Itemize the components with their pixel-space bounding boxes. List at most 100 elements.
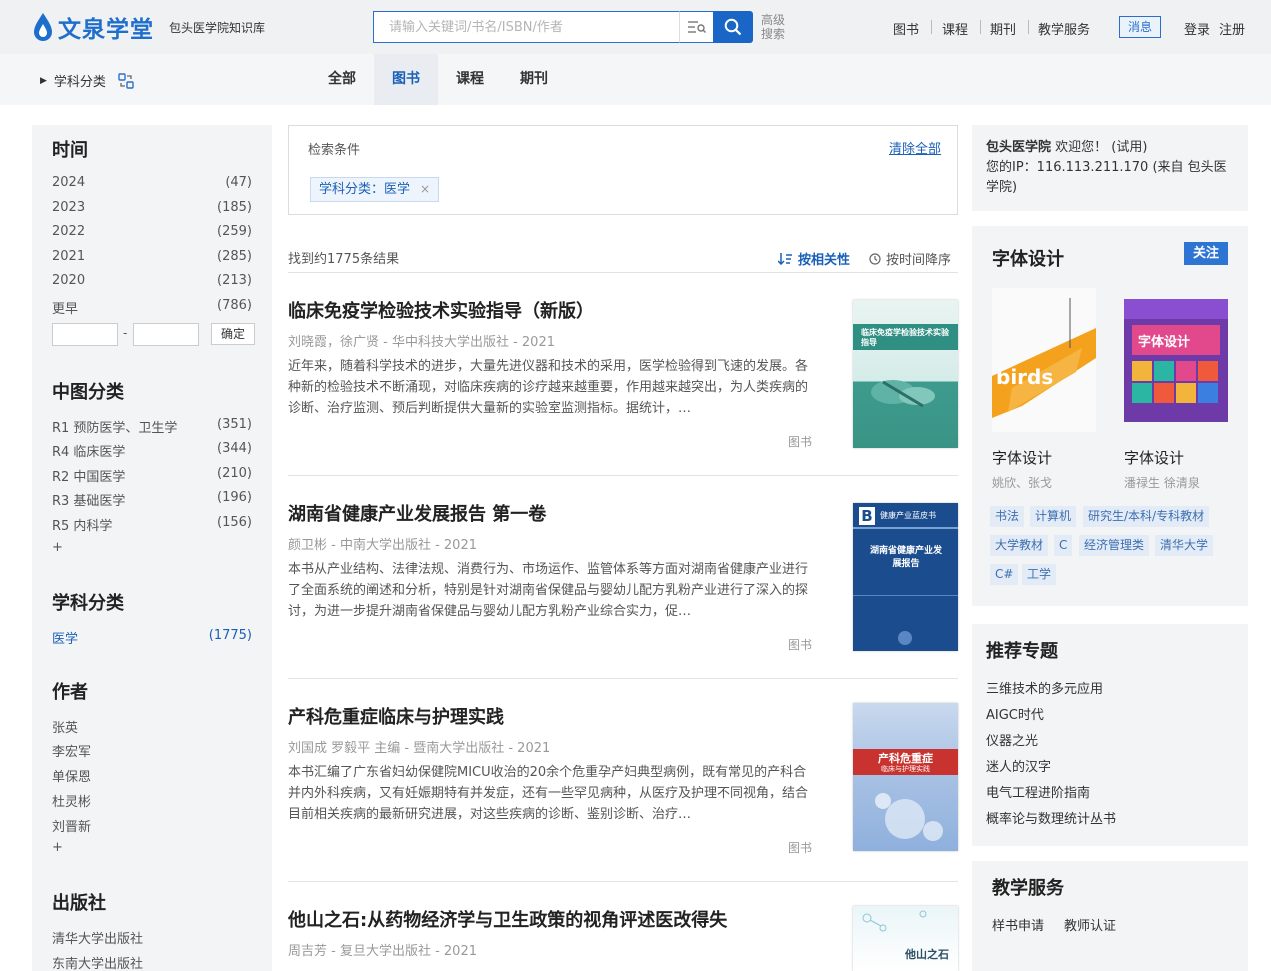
filter-chip-label: 学科分类：医学 xyxy=(319,182,411,197)
tab-journals[interactable]: 期刊 xyxy=(505,54,563,105)
tab-all[interactable]: 全部 xyxy=(313,54,371,105)
sort-by-relevance[interactable]: 按相关性 xyxy=(778,249,850,268)
font-book-cover[interactable]: 字体设计 xyxy=(1124,299,1228,422)
book-cover[interactable]: 临床免疫学检验技术实验指导 xyxy=(853,300,958,448)
book-title-link[interactable]: 湖南省健康产业发展报告 第一卷 xyxy=(288,500,828,526)
tab-courses[interactable]: 课程 xyxy=(441,54,499,105)
divider xyxy=(288,881,958,882)
search-filter-button[interactable] xyxy=(679,11,713,43)
book-cover[interactable]: B 健康产业蓝皮书 湖南省健康产业发展报告 xyxy=(853,503,958,651)
facet-item-year[interactable]: 2023 (185) xyxy=(52,200,252,215)
nav-journals[interactable]: 期刊 xyxy=(990,19,1016,38)
book-meta: 颜卫彬 - 中南大学出版社 - 2021 xyxy=(288,538,477,553)
sample-book-request-link[interactable]: 样书申请 xyxy=(992,915,1044,934)
facet-item-clc[interactable]: R1 预防医学、卫生学 (351) xyxy=(52,417,252,436)
book-title-link[interactable]: 他山之石:从药物经济学与卫生政策的视角评述医改得失 xyxy=(288,906,828,932)
book-title-link[interactable]: 产科危重症临床与护理实践 xyxy=(288,703,828,729)
facet-label: 医学 xyxy=(52,632,79,647)
topic-tag[interactable]: 研究生/本科/专科教材 xyxy=(1083,506,1210,527)
recommended-topic-link[interactable]: 迷人的汉字 xyxy=(986,756,1051,775)
font-book-name[interactable]: 字体设计 xyxy=(1124,447,1184,468)
recommended-topic-link[interactable]: 电气工程进阶指南 xyxy=(986,782,1090,801)
facet-title-time: 时间 xyxy=(52,140,88,161)
login-link[interactable]: 登录 xyxy=(1184,19,1210,38)
font-book-name[interactable]: 字体设计 xyxy=(992,447,1052,468)
search-input[interactable] xyxy=(374,12,664,42)
topic-tag[interactable]: 经济管理类 xyxy=(1079,535,1150,556)
facet-item-year[interactable]: 更早 (786) xyxy=(52,298,252,317)
topic-tag[interactable]: 清华大学 xyxy=(1155,535,1214,556)
topic-tag[interactable]: 工学 xyxy=(1022,564,1057,585)
recommended-topic-link[interactable]: 仪器之光 xyxy=(986,730,1038,749)
teacher-verification-link[interactable]: 教师认证 xyxy=(1064,915,1116,934)
facet-item-author[interactable]: 杜灵彬 xyxy=(52,791,91,810)
cover-artwork: 字体设计 xyxy=(1124,299,1228,422)
recommended-topic-link[interactable]: AIGC时代 xyxy=(986,704,1044,723)
sort-by-time[interactable]: 按时间降序 xyxy=(869,249,951,268)
facet-item-author[interactable]: 刘晋新 xyxy=(52,816,91,835)
logo[interactable]: 文泉学堂 xyxy=(32,10,154,44)
book-cover[interactable]: 产科危重症 临床与护理实践 xyxy=(853,703,958,851)
book-type-badge: 图书 xyxy=(788,841,813,855)
clc-more-button[interactable]: + xyxy=(52,540,63,555)
nav-books[interactable]: 图书 xyxy=(893,19,919,38)
facet-item-subject-active[interactable]: 医学 (1775) xyxy=(52,628,252,647)
facet-item-clc[interactable]: R3 基础医学 (196) xyxy=(52,490,252,509)
facet-item-author[interactable]: 李宏军 xyxy=(52,741,91,760)
facet-title-subject: 学科分类 xyxy=(52,593,124,614)
svg-text:birds: birds xyxy=(996,365,1053,389)
facet-item-clc[interactable]: R2 中国医学 (210) xyxy=(52,466,252,485)
clock-icon xyxy=(869,252,881,265)
facet-count: (47) xyxy=(225,175,252,190)
year-to-input[interactable] xyxy=(133,323,199,346)
facet-count: (213) xyxy=(217,273,252,288)
facet-item-publisher[interactable]: 清华大学出版社 xyxy=(52,928,143,947)
search-button[interactable] xyxy=(713,11,753,43)
book-title-link[interactable]: 临床免疫学检验技术实验指导（新版） xyxy=(288,297,828,323)
year-range-dash: - xyxy=(123,326,128,340)
divider xyxy=(288,475,958,476)
recommended-topic-link[interactable]: 概率论与数理统计丛书 xyxy=(986,808,1116,827)
tab-books[interactable]: 图书 xyxy=(374,54,438,105)
nav-teaching-service[interactable]: 教学服务 xyxy=(1038,19,1090,38)
book-type-badge: 图书 xyxy=(788,638,813,652)
facet-count: (285) xyxy=(217,249,252,264)
follow-button[interactable]: 关注 xyxy=(1184,242,1228,265)
divider xyxy=(288,678,958,679)
facet-label: R1 预防医学、卫生学 xyxy=(52,421,178,436)
close-icon[interactable]: × xyxy=(420,178,430,201)
facet-item-author[interactable]: 张英 xyxy=(52,717,78,736)
topic-tag[interactable]: 书法 xyxy=(990,506,1025,527)
facet-item-publisher[interactable]: 东南大学出版社 xyxy=(52,953,143,971)
facet-item-year[interactable]: 2022 (259) xyxy=(52,224,252,239)
topic-tag[interactable]: 大学教材 xyxy=(990,535,1049,556)
year-confirm-button[interactable]: 确定 xyxy=(211,323,255,345)
facet-item-year[interactable]: 2020 (213) xyxy=(52,273,252,288)
topic-tag[interactable]: C xyxy=(1054,535,1073,556)
book-description: 近年来，随着科学技术的进步，大量先进仪器和技术的采用，医学检验得到飞速的发展。各… xyxy=(288,359,809,416)
subject-category-label: 学科分类 xyxy=(53,75,106,90)
facet-count: (351) xyxy=(217,417,252,432)
facet-item-year[interactable]: 2024 (47) xyxy=(52,175,252,190)
cover-title: 临床免疫学检验技术实验指导 xyxy=(861,328,949,347)
facet-item-year[interactable]: 2021 (285) xyxy=(52,249,252,264)
topic-tag[interactable]: 计算机 xyxy=(1030,506,1077,527)
register-link[interactable]: 注册 xyxy=(1219,19,1245,38)
advanced-search-link[interactable]: 高级搜索 xyxy=(761,13,787,41)
author-more-button[interactable]: + xyxy=(52,840,63,855)
nav-courses[interactable]: 课程 xyxy=(942,19,968,38)
subject-category-toggle[interactable]: ▶ 学科分类 xyxy=(40,71,134,90)
facet-item-author[interactable]: 单保恩 xyxy=(52,766,91,785)
facet-item-clc[interactable]: R5 内科学 (156) xyxy=(52,515,252,534)
cover-subtitle: 临床与护理实践 xyxy=(881,765,930,773)
year-from-input[interactable] xyxy=(52,323,118,346)
book-cover[interactable]: 他山之石 xyxy=(853,906,958,971)
facet-count: (185) xyxy=(217,200,252,215)
topic-tag[interactable]: C# xyxy=(990,564,1019,585)
font-book-cover[interactable]: birds xyxy=(992,288,1096,432)
facet-item-clc[interactable]: R4 临床医学 (344) xyxy=(52,441,252,460)
cover-emblem xyxy=(898,631,912,645)
clear-all-link[interactable]: 清除全部 xyxy=(889,138,941,157)
message-button[interactable]: 消息 xyxy=(1119,16,1161,38)
recommended-topic-link[interactable]: 三维技术的多元应用 xyxy=(986,678,1103,697)
